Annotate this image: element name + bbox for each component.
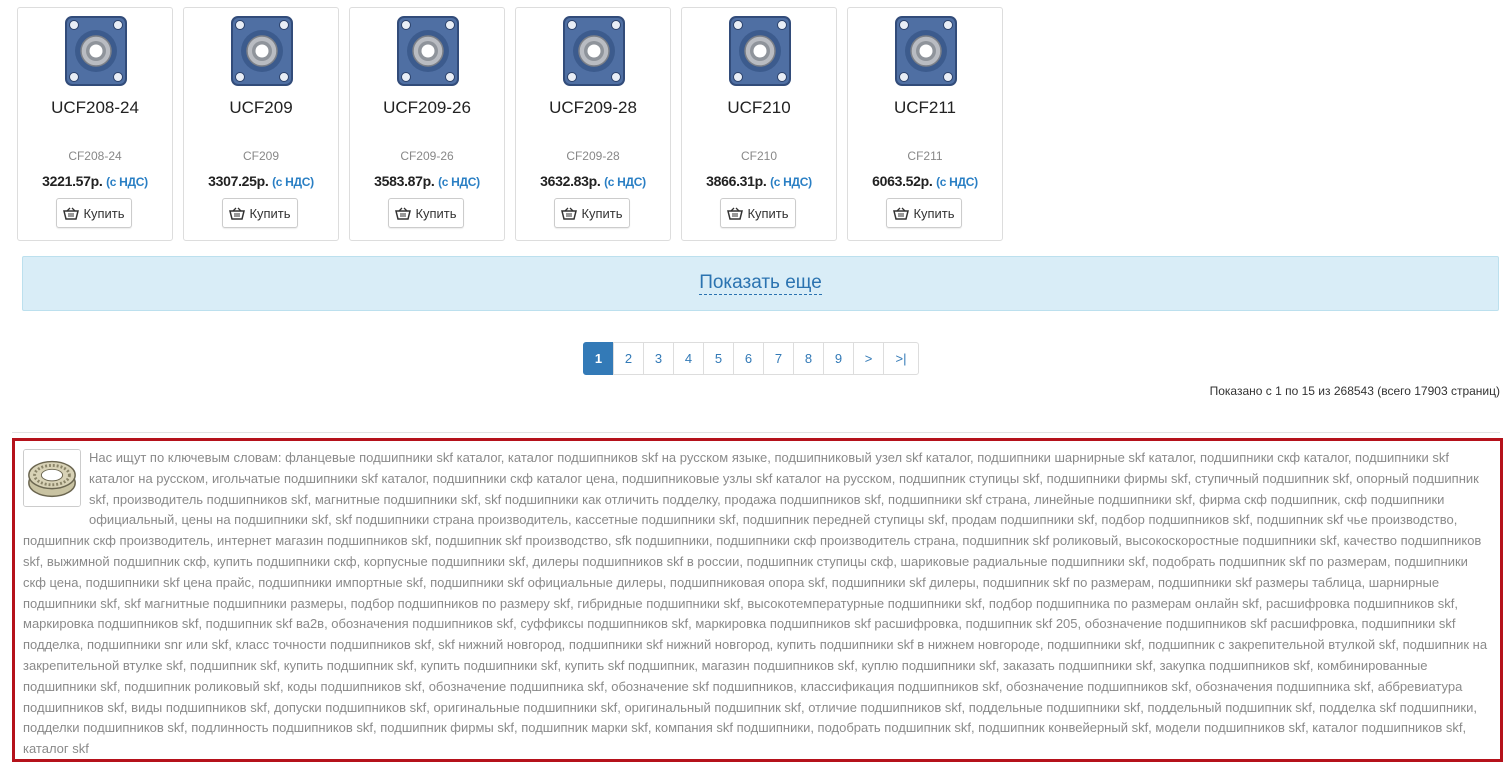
- show-more-link[interactable]: Показать еще: [699, 272, 822, 295]
- buy-button[interactable]: Купить: [554, 198, 630, 228]
- next-page-link[interactable]: >: [853, 342, 884, 375]
- product-name[interactable]: UCF209: [184, 98, 338, 118]
- product-card[interactable]: UCF209-28 CF209-28 3632.83р. (с НДС) Куп…: [515, 7, 671, 241]
- last-page-link[interactable]: >|: [883, 342, 919, 375]
- page-link[interactable]: 4: [673, 342, 704, 375]
- product-price-line: 3866.31р. (с НДС): [682, 173, 836, 189]
- buy-button-label: Купить: [913, 205, 955, 221]
- page-link[interactable]: 6: [733, 342, 764, 375]
- product-name[interactable]: UCF211: [848, 98, 1002, 118]
- flange-bearing-image[interactable]: [561, 14, 627, 88]
- product-price-line: 3307.25р. (с НДС): [184, 173, 338, 189]
- flange-bearing-image[interactable]: [727, 14, 793, 88]
- product-price: 3307.25р.: [208, 173, 269, 189]
- product-card[interactable]: UCF211 CF211 6063.52р. (с НДС) Купить: [847, 7, 1003, 241]
- product-name[interactable]: UCF209-26: [350, 98, 504, 118]
- product-name[interactable]: UCF208-24: [18, 98, 172, 118]
- product-card[interactable]: UCF209-26 CF209-26 3583.87р. (с НДС) Куп…: [349, 7, 505, 241]
- vat-label: (с НДС): [272, 175, 314, 189]
- product-price: 3632.83р.: [540, 173, 601, 189]
- product-card[interactable]: UCF209 CF209 3307.25р. (с НДС) Купить: [183, 7, 339, 241]
- buy-button-label: Купить: [249, 205, 291, 221]
- page-link[interactable]: 3: [643, 342, 674, 375]
- product-code: CF209-26: [400, 149, 454, 163]
- product-grid: UCF208-24 CF208-24 3221.57р. (с НДС) Куп…: [17, 7, 1003, 241]
- product-name[interactable]: UCF209-28: [516, 98, 670, 118]
- keywords-text: Нас ищут по ключевым словам: фланцевые п…: [23, 450, 1488, 757]
- page-link[interactable]: 5: [703, 342, 734, 375]
- product-price: 3583.87р.: [374, 173, 435, 189]
- show-more-panel[interactable]: Показать еще: [22, 256, 1499, 311]
- basket-icon: [395, 207, 412, 220]
- page-link[interactable]: 9: [823, 342, 854, 375]
- page-link[interactable]: 2: [613, 342, 644, 375]
- product-price-line: 3583.87р. (с НДС): [350, 173, 504, 189]
- buy-button[interactable]: Купить: [56, 198, 132, 228]
- product-name[interactable]: UCF210: [682, 98, 836, 118]
- vat-label: (с НДС): [936, 175, 978, 189]
- basket-icon: [727, 207, 744, 220]
- product-price-line: 3632.83р. (с НДС): [516, 173, 670, 189]
- flange-bearing-image[interactable]: [229, 14, 295, 88]
- buy-button[interactable]: Купить: [886, 198, 962, 228]
- product-price-line: 6063.52р. (с НДС): [848, 173, 1002, 189]
- vat-label: (с НДС): [604, 175, 646, 189]
- product-price: 3866.31р.: [706, 173, 767, 189]
- results-count: Показано с 1 по 15 из 268543 (всего 1790…: [1209, 384, 1500, 398]
- basket-icon: [63, 207, 80, 220]
- buy-button[interactable]: Купить: [388, 198, 464, 228]
- buy-button-label: Купить: [747, 205, 789, 221]
- product-price-line: 3221.57р. (с НДС): [18, 173, 172, 189]
- vat-label: (с НДС): [438, 175, 480, 189]
- page-link[interactable]: 8: [793, 342, 824, 375]
- product-card[interactable]: UCF208-24 CF208-24 3221.57р. (с НДС) Куп…: [17, 7, 173, 241]
- basket-icon: [229, 207, 246, 220]
- product-code: CF209: [242, 149, 280, 163]
- pagination: 1 2 3 4 5 6 7 8 9 > >|: [583, 342, 919, 375]
- basket-icon: [893, 207, 910, 220]
- buy-button[interactable]: Купить: [222, 198, 298, 228]
- buy-button-label: Купить: [581, 205, 623, 221]
- buy-button-label: Купить: [83, 205, 125, 221]
- flange-bearing-image[interactable]: [63, 14, 129, 88]
- vat-label: (с НДС): [106, 175, 148, 189]
- buy-button-label: Купить: [415, 205, 457, 221]
- product-code: CF208-24: [68, 149, 122, 163]
- product-price: 3221.57р.: [42, 173, 103, 189]
- product-card[interactable]: UCF210 CF210 3866.31р. (с НДС) Купить: [681, 7, 837, 241]
- keywords-block: Нас ищут по ключевым словам: фланцевые п…: [12, 438, 1503, 762]
- page-link[interactable]: 7: [763, 342, 794, 375]
- product-code: CF211: [907, 149, 943, 163]
- divider: [12, 432, 1500, 433]
- product-code: CF209-28: [566, 149, 620, 163]
- buy-button[interactable]: Купить: [720, 198, 796, 228]
- product-price: 6063.52р.: [872, 173, 933, 189]
- product-code: CF210: [740, 149, 778, 163]
- flange-bearing-image[interactable]: [893, 14, 959, 88]
- vat-label: (с НДС): [770, 175, 812, 189]
- flange-bearing-image[interactable]: [395, 14, 461, 88]
- thrust-bearing-image: [23, 449, 81, 507]
- page-link-current[interactable]: 1: [583, 342, 614, 375]
- basket-icon: [561, 207, 578, 220]
